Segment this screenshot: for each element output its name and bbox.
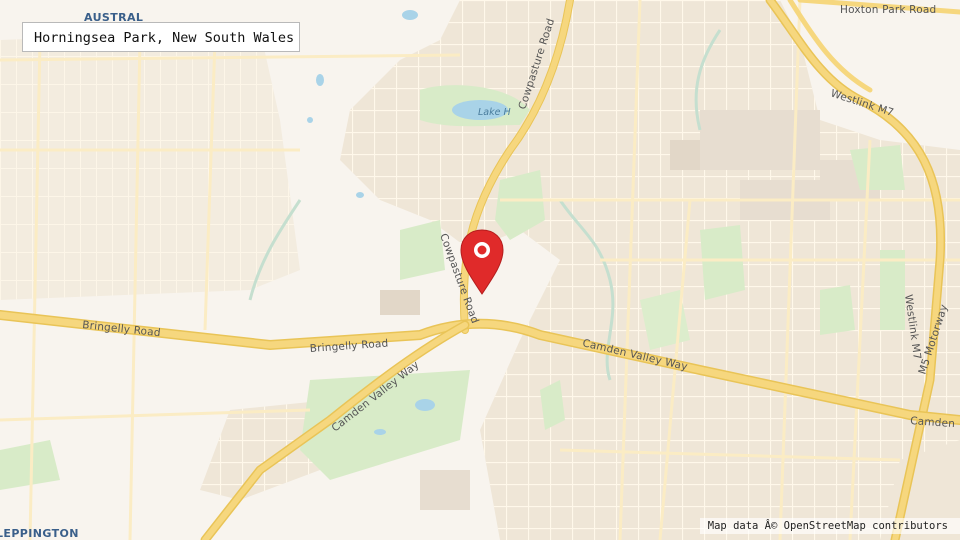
leppington-label: LEPPINGTON [0,527,79,540]
map-canvas[interactable]: Hoxton Park Road Westlink M7 Westlink M7… [0,0,960,540]
location-title: Horningsea Park, New South Wales [22,22,300,52]
map-layer: Hoxton Park Road Westlink M7 Westlink M7… [0,0,960,540]
lake-label: Lake H [478,107,511,118]
map-attribution[interactable]: Map data Â© OpenStreetMap contributors [699,518,960,534]
hoxton-park-road-label: Hoxton Park Road [840,4,936,16]
